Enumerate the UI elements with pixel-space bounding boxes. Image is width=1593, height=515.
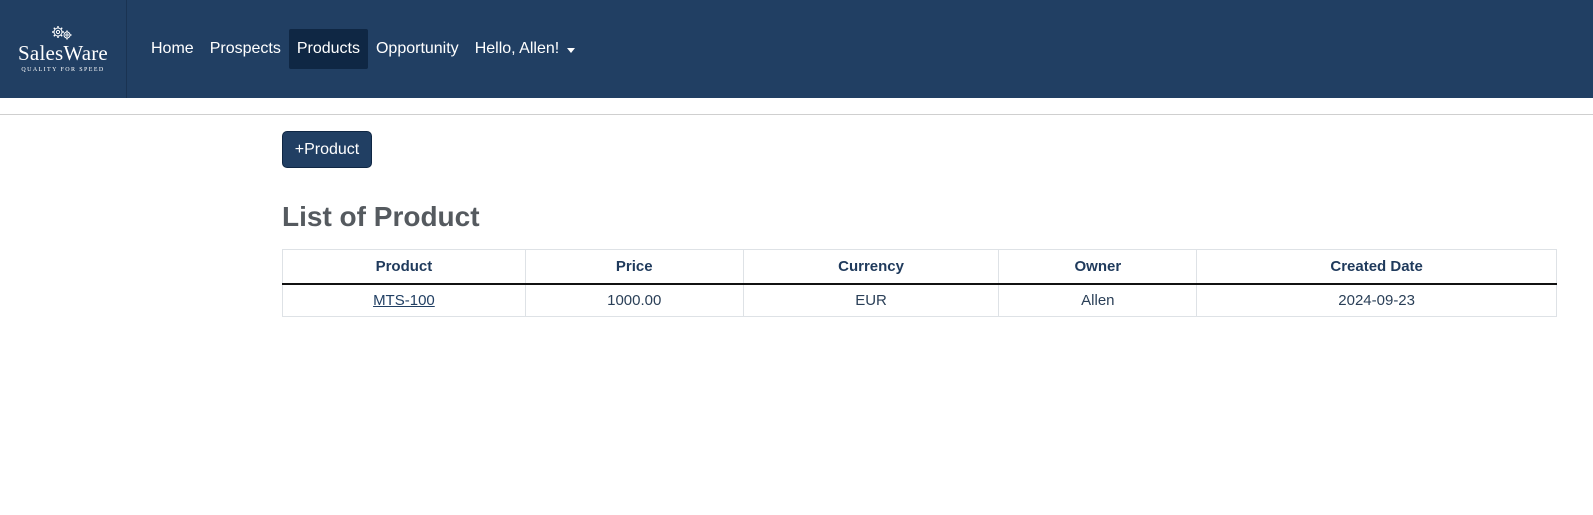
table-header-row: Product Price Currency Owner Created Dat… [282,249,1557,285]
cell-product: MTS-100 [282,283,526,317]
nav-home[interactable]: Home [143,29,202,69]
table-row: MTS-100 1000.00 EUR Allen 2024-09-23 [282,283,1557,317]
column-header-currency[interactable]: Currency [742,249,1000,285]
column-header-product[interactable]: Product [282,249,526,285]
cell-currency: EUR [742,283,1000,317]
cell-created-date: 2024-09-23 [1196,283,1557,317]
brand-name: SalesWare [18,41,108,65]
product-link[interactable]: MTS-100 [373,292,435,309]
user-greeting: Hello, Allen! [474,40,560,57]
cell-price: 1000.00 [524,283,744,317]
chevron-down-icon [567,47,576,53]
brand-logo[interactable]: SalesWare QUALITY FOR SPEED [0,0,127,98]
products-table: Product Price Currency Owner Created Dat… [282,249,1557,317]
brand-tagline: QUALITY FOR SPEED [21,67,105,73]
column-header-created-date[interactable]: Created Date [1196,249,1557,285]
user-menu-dropdown[interactable]: Hello, Allen! [467,29,584,69]
header-divider [0,114,1593,115]
nav-prospects[interactable]: Prospects [202,29,289,69]
page-title: List of Product [282,201,480,232]
add-product-button[interactable]: +Product [282,131,372,168]
column-header-price[interactable]: Price [524,249,744,285]
cell-owner: Allen [998,283,1198,317]
nav-opportunity[interactable]: Opportunity [368,29,467,69]
column-header-owner[interactable]: Owner [998,249,1198,285]
main-nav: Home Prospects Products Opportunity Hell… [143,29,583,69]
top-navbar: SalesWare QUALITY FOR SPEED Home Prospec… [0,0,1593,98]
nav-products[interactable]: Products [288,29,368,69]
gears-icon [52,26,72,40]
